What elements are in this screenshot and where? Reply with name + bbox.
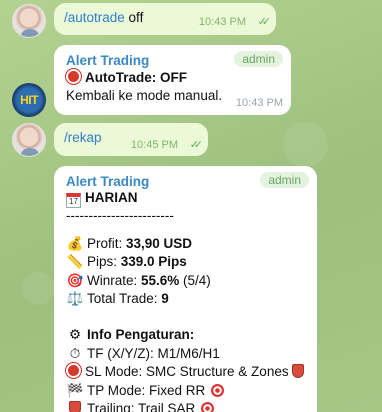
user-avatar[interactable]: [12, 4, 46, 38]
admin-badge: admin: [260, 172, 309, 188]
scales-icon: ⚖️: [66, 290, 84, 306]
message-time: 10:45 PM: [130, 139, 178, 151]
calendar-icon: 17: [66, 193, 81, 208]
message-rekap-report[interactable]: Alert Trading admin 17 HARIAN -----------…: [54, 166, 317, 412]
user-avatar[interactable]: [12, 123, 46, 157]
stat-pips: 📏 Pips: 339.0 Pips: [66, 253, 305, 271]
checkered-flag-icon: 🏁: [66, 382, 84, 398]
stat-profit: 💰 Profit: 33,90 USD: [66, 235, 305, 253]
message-autotrade[interactable]: /autotrade off 10:43 PM ✓✓: [54, 3, 276, 35]
settings-heading: ⚙ Info Pengaturan:: [66, 326, 305, 344]
command-link[interactable]: /rekap: [64, 130, 102, 145]
ruler-icon: 📏: [66, 254, 84, 270]
read-check-icon: ✓✓: [257, 16, 272, 28]
report-heading: HARIAN: [85, 190, 138, 205]
stop-sign-icon: [66, 363, 81, 379]
status-title: AutoTrade: OFF: [85, 70, 187, 85]
message-autotrade-status[interactable]: Alert Trading admin AutoTrade: OFF Kemba…: [54, 45, 291, 115]
shield-icon: [292, 364, 305, 379]
message-rekap[interactable]: /rekap 10:45 PM ✓✓: [54, 123, 208, 156]
gear-icon: ⚙: [68, 327, 82, 343]
bot-avatar[interactable]: HIT: [12, 83, 46, 117]
shield-icon: [69, 400, 81, 412]
target-icon: 🎯: [66, 272, 84, 288]
money-bag-icon: 💰: [66, 235, 84, 251]
command-link[interactable]: /autotrade: [64, 10, 125, 25]
setting-sl-mode: SL Mode: SMC Structure & Zones: [66, 363, 305, 381]
message-time: 10:43 PM: [235, 97, 283, 109]
command-arg: off: [124, 10, 144, 25]
setting-timeframe: ⏱ TF (X/Y/Z): M1/M6/H1: [66, 345, 305, 363]
bot-avatar-text: HIT: [20, 93, 38, 107]
admin-badge: admin: [234, 51, 283, 67]
stopwatch-icon: ⏱: [69, 345, 81, 361]
stat-winrate: 🎯 Winrate: 55.6% (5/4): [66, 272, 305, 290]
stat-total-trade: ⚖️ Total Trade: 9: [66, 290, 305, 308]
target-icon: [201, 401, 215, 412]
setting-trailing: Trailing: Trail SAR: [66, 400, 305, 412]
message-time: 10:43 PM: [198, 16, 246, 28]
read-check-icon: ✓✓: [189, 139, 204, 151]
stop-sign-icon: [66, 69, 81, 84]
separator: ------------------------: [66, 208, 174, 224]
setting-tp-mode: 🏁 TP Mode: Fixed RR: [66, 382, 305, 400]
target-icon: [211, 383, 225, 397]
